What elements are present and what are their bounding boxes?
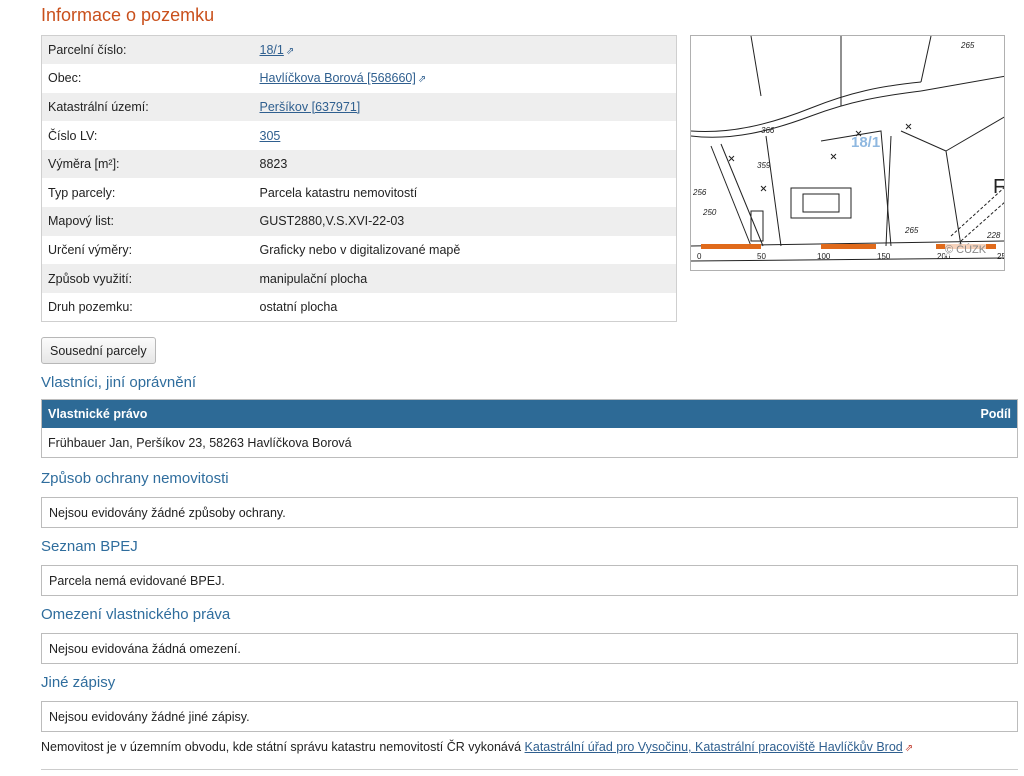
neighbor-parcels-button[interactable]: Sousední parcely — [41, 337, 156, 364]
map-label: 265 — [961, 41, 975, 50]
info-value-link[interactable]: Havlíčkova Borová [568660] — [260, 71, 416, 85]
scale-label: 150 — [877, 252, 891, 261]
info-row: Číslo LV: 305 — [42, 121, 677, 150]
map-label: 228 — [987, 231, 1001, 240]
cadastral-map-drawing — [691, 36, 1004, 262]
info-label: Výměra [m²]: — [41, 149, 254, 179]
info-row: Katastrální území: Peršíkov [637971] — [41, 92, 677, 122]
info-value: Parcela katastru nemovitostí — [259, 185, 418, 200]
share-column-header: Podíl — [980, 407, 1011, 421]
protection-box: Nejsou evidovány žádné způsoby ochrany. — [41, 497, 1018, 528]
info-row: Mapový list: GUST2880,V.S.XVI-22-03 — [41, 207, 677, 236]
protection-title: Způsob ochrany nemovitosti — [41, 470, 229, 487]
other-records-box: Nejsou evidovány žádné jiné zápisy. — [41, 701, 1018, 732]
info-row: Způsob využití: manipulační plocha — [41, 264, 677, 293]
parcel-map[interactable]: 18/1 265 366 359 250 256 265 228 F 0 50 10… — [690, 35, 1005, 271]
ownership-column-header: Vlastnické právo — [48, 407, 148, 421]
map-label: 366 — [761, 126, 775, 135]
external-link-icon: ⇗ — [417, 74, 427, 86]
bpej-title: Seznam BPEJ — [41, 538, 138, 555]
external-link-icon: ⇗ — [904, 743, 914, 754]
footer-note: Nemovitost je v územním obvodu, kde stát… — [41, 740, 913, 754]
map-label: 265 — [905, 226, 919, 235]
info-label: Způsob využití: — [41, 264, 254, 293]
footer-text: Nemovitost je v územním obvodu, kde stát… — [41, 740, 525, 754]
divider — [41, 769, 1018, 770]
bpej-box: Parcela nemá evidované BPEJ. — [41, 565, 1018, 596]
restrictions-box: Nejsou evidována žádná omezení. — [41, 633, 1018, 664]
info-row: Obec: Havlíčkova Borová [568660] ⇗ — [42, 64, 677, 93]
info-value[interactable]: 305 — [254, 121, 677, 150]
info-label: Určení výměry: — [48, 242, 133, 257]
map-label: 256 — [693, 188, 707, 197]
info-label: Obec: — [48, 71, 82, 86]
map-copyright: © ČÚZK — [945, 244, 987, 256]
info-row: Druh pozemku: ostatní plocha — [42, 293, 677, 322]
info-label: Parcelní číslo: — [41, 35, 254, 65]
restrictions-title: Omezení vlastnického práva — [41, 606, 231, 623]
owners-title: Vlastníci, jiní oprávnění — [41, 374, 197, 391]
info-label: Mapový list: — [41, 207, 254, 236]
map-label: 359 — [757, 161, 771, 170]
owner-row: Frühbauer Jan, Peršíkov 23, 58263 Havlíč… — [48, 435, 352, 450]
other-records-title: Jiné zápisy — [41, 674, 116, 691]
info-row: Určení výměry: Graficky nebo v digitalizo… — [42, 236, 677, 265]
scale-label: 0 — [697, 252, 702, 261]
owners-table: Vlastnické právo Podíl Frühbauer Jan, Pe… — [41, 399, 1018, 458]
info-value[interactable]: 18/1 ⇗ — [253, 35, 677, 65]
owners-header: Vlastnické právo Podíl — [42, 400, 1017, 428]
info-value[interactable]: Peršíkov [637971] — [253, 92, 677, 122]
info-label: Číslo LV: — [48, 128, 98, 143]
info-value[interactable]: Havlíčkova Borová [568660] ⇗ — [254, 64, 677, 93]
scale-label: 50 — [757, 252, 766, 261]
info-value: ostatní plocha — [259, 299, 338, 314]
info-row: Typ parcely: Parcela katastru nemovitostí — [42, 178, 677, 207]
scale-label: 250 — [997, 252, 1004, 261]
info-value-link[interactable]: 305 — [260, 129, 281, 143]
page-title: Informace o pozemku — [41, 5, 215, 25]
info-label: Typ parcely: — [48, 185, 116, 200]
external-link-icon: ⇗ — [285, 46, 295, 58]
info-value: 8823 — [253, 149, 677, 179]
info-value: GUST2880,V.S.XVI-22-03 — [253, 207, 677, 236]
info-label: Druh pozemku: — [48, 299, 133, 314]
map-label: 250 — [703, 208, 717, 217]
cadastral-office-link[interactable]: Katastrální úřad pro Vysočinu, Katastrál… — [525, 740, 903, 754]
scale-label: 100 — [817, 252, 831, 261]
info-value-link[interactable]: 18/1 — [260, 43, 284, 57]
map-parcel-label: 18/1 — [851, 134, 881, 151]
info-label: Katastrální území: — [41, 92, 254, 122]
map-label: F — [993, 176, 1005, 198]
info-value: manipulační plocha — [253, 264, 677, 293]
info-value: Graficky nebo v digitalizované mapě — [259, 242, 461, 257]
parcel-info-table: Parcelní číslo: 18/1 ⇗ Obec: Havlíčkova Boro… — [41, 35, 677, 322]
info-row: Výměra [m²]: 8823 — [41, 149, 677, 179]
info-value-link[interactable]: Peršíkov [637971] — [260, 100, 361, 114]
info-row: Parcelní číslo: 18/1 ⇗ — [41, 35, 677, 65]
